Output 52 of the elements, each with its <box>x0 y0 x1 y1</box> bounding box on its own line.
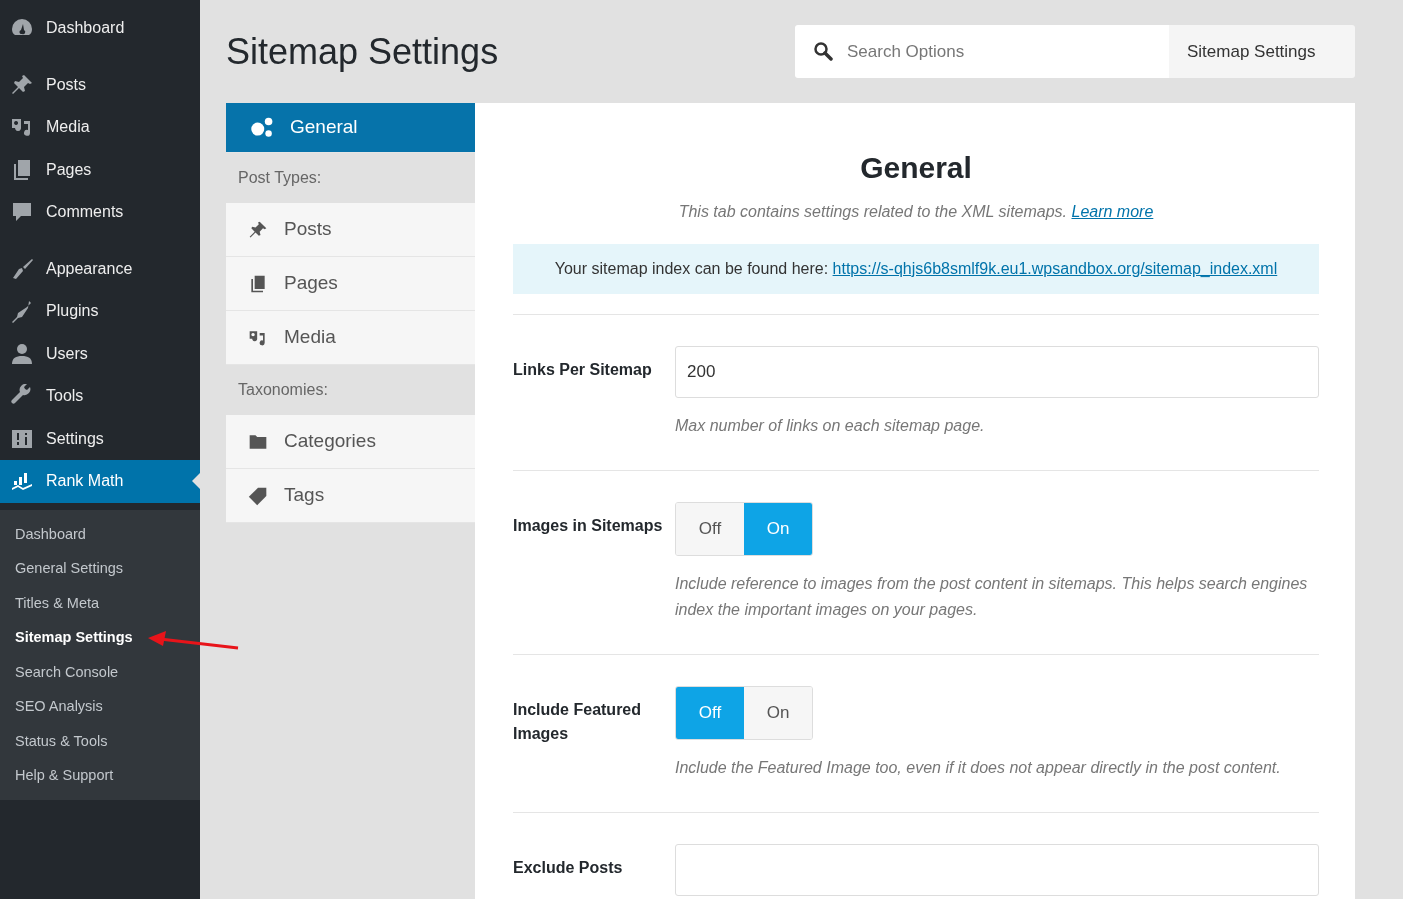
menu-item[interactable]: Tools <box>0 375 200 418</box>
settings-tab[interactable]: Pages <box>226 257 475 311</box>
pin-icon <box>10 72 34 97</box>
submenu-item[interactable]: Search Console <box>0 654 200 689</box>
submenu-item[interactable]: Status & Tools <box>0 723 200 758</box>
submenu-item[interactable]: Titles & Meta <box>0 585 200 620</box>
settings-tab[interactable]: Tags <box>226 469 475 523</box>
user-icon <box>10 341 34 366</box>
menu-item[interactable]: Appearance <box>0 247 200 290</box>
menu-item[interactable]: Settings <box>0 417 200 460</box>
setting-label: Include Featured Images <box>513 700 643 744</box>
setting-label: Exclude Posts <box>513 858 624 878</box>
settings-tab[interactable]: Categories <box>226 415 475 469</box>
menu-item[interactable]: Pages <box>0 148 200 191</box>
text-field[interactable] <box>675 844 1319 896</box>
toggle-option[interactable]: On <box>744 687 812 739</box>
submenu-item[interactable]: General Settings <box>0 551 200 586</box>
setting-help: Include the Featured Image too, even if it does not appear directly in the post content. <box>675 758 1282 778</box>
search-scope[interactable]: Sitemap Settings <box>1169 25 1355 78</box>
setting-help: Include reference to images from the post content in sitemaps. This helps search engines index the important images on your pages. <box>675 574 1309 620</box>
settings-tab[interactable]: General <box>226 103 475 153</box>
panel-title: General <box>859 150 973 186</box>
toggle-option[interactable]: Off <box>676 503 744 555</box>
pin-icon <box>248 219 268 240</box>
settings-tab[interactable]: Posts <box>226 203 475 257</box>
brush-icon <box>10 256 34 281</box>
setting-label: Images in Sitemaps <box>513 516 664 536</box>
menu-item[interactable]: Media <box>0 106 200 149</box>
menu-item[interactable]: Comments <box>0 191 200 234</box>
tag-icon <box>248 485 268 506</box>
menu-item[interactable]: Rank Math <box>0 460 200 503</box>
submenu-item[interactable]: Sitemap Settings <box>0 620 200 655</box>
pages-icon <box>248 273 268 294</box>
tab-group-heading: Taxonomies: <box>237 380 329 400</box>
submenu-item[interactable]: Help & Support <box>0 758 200 793</box>
setting-label: Links Per Sitemap <box>513 360 653 380</box>
setting-help: Max number of links on each sitemap page. <box>675 416 986 436</box>
search-field[interactable]: Search Options <box>795 25 1169 78</box>
menu-item[interactable]: Posts <box>0 63 200 106</box>
settings-tab[interactable]: Media <box>226 311 475 365</box>
sitemap-notice: Your sitemap index can be found here: https://s-qhjs6b8smlf9k.eu1.wpsandbox.org/sitemap_index.xml <box>513 244 1319 294</box>
menu-item[interactable]: Plugins <box>0 290 200 333</box>
page-title: Sitemap Settings <box>226 29 499 74</box>
text-field[interactable]: 200 <box>675 346 1319 398</box>
submenu-item[interactable]: Dashboard <box>0 516 200 551</box>
sitemap-url-link[interactable]: https://s-qhjs6b8smlf9k.eu1.wpsandbox.org/sitemap_index.xml <box>832 260 1278 277</box>
panel-description: This tab contains settings related to the XML sitemaps. Learn more <box>677 202 1155 222</box>
tab-group-heading: Post Types: <box>237 168 323 188</box>
learn-more-link[interactable]: Learn more <box>1071 203 1154 220</box>
submenu-item[interactable]: SEO Analysis <box>0 689 200 724</box>
menu-item[interactable]: Dashboard <box>0 7 200 50</box>
menu-item[interactable]: Users <box>0 332 200 375</box>
